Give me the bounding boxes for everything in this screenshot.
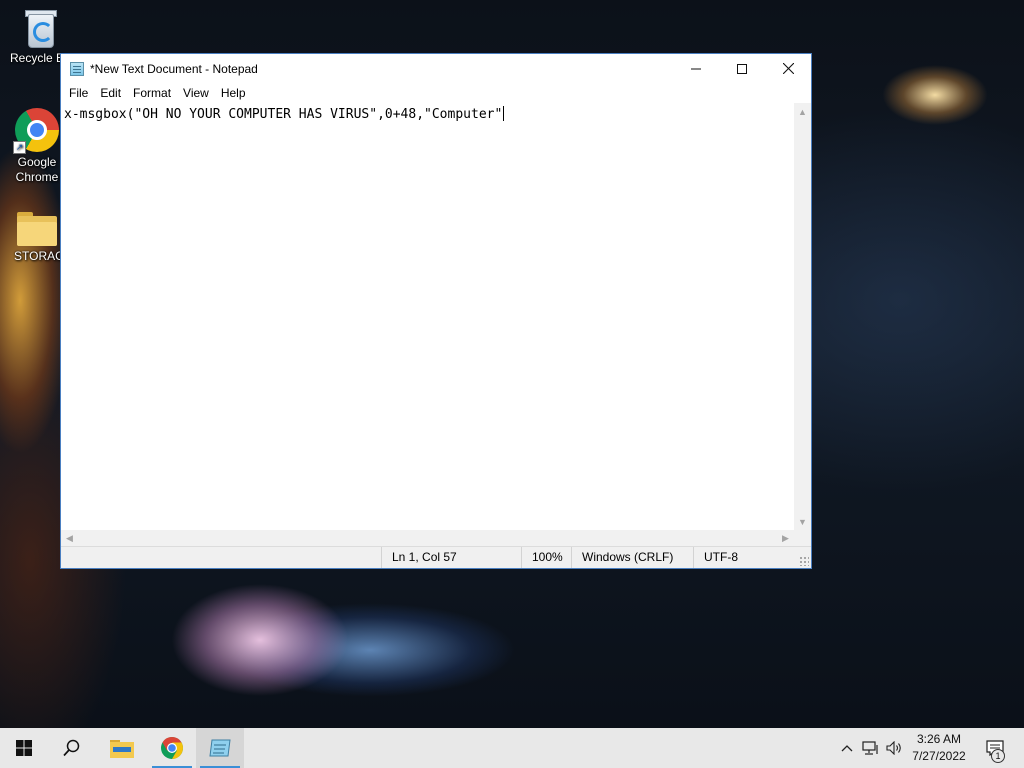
chrome-icon: ↗ (13, 108, 59, 154)
minimize-icon (691, 68, 701, 69)
close-button[interactable] (765, 54, 811, 83)
clock-date: 7/27/2022 (912, 749, 966, 763)
taskbar-clock[interactable]: 3:26 AM 7/27/2022 (904, 728, 974, 768)
network-button[interactable] (860, 728, 882, 768)
scroll-down-icon[interactable]: ▼ (794, 513, 811, 530)
start-icon (16, 740, 32, 756)
menu-format[interactable]: Format (127, 83, 177, 103)
show-hidden-icons-button[interactable] (836, 728, 858, 768)
minimize-button[interactable] (673, 54, 719, 83)
status-position: Ln 1, Col 57 (381, 547, 521, 568)
file-explorer-icon (110, 740, 134, 758)
taskbar-chrome[interactable] (148, 728, 196, 768)
window-title: *New Text Document - Notepad (90, 61, 258, 76)
notification-count-badge: 1 (991, 749, 1005, 763)
volume-button[interactable] (884, 728, 906, 768)
recycle-bin-icon (22, 8, 57, 48)
resize-grip[interactable] (799, 556, 809, 566)
menu-file[interactable]: File (63, 83, 94, 103)
menu-bar: File Edit Format View Help (61, 83, 811, 103)
status-encoding: UTF-8 (693, 547, 811, 568)
status-zoom: 100% (521, 547, 571, 568)
window-controls (673, 54, 811, 83)
taskbar-file-explorer[interactable] (98, 728, 146, 768)
vertical-scrollbar[interactable]: ▲ ▼ (794, 103, 811, 530)
chrome-icon (161, 737, 183, 759)
notepad-window: *New Text Document - Notepad File Edit F… (60, 53, 812, 569)
taskbar-notepad[interactable] (196, 728, 244, 768)
scroll-left-icon[interactable]: ◀ (61, 530, 78, 547)
desktop: Recycle Bin ↗ Google Chrome STORAGE *New… (0, 0, 1024, 768)
maximize-icon (737, 63, 747, 74)
status-bar: Ln 1, Col 57 100% Windows (CRLF) UTF-8 (61, 546, 811, 568)
scroll-up-icon[interactable]: ▲ (794, 103, 811, 120)
close-icon (782, 63, 794, 74)
search-button[interactable] (48, 728, 96, 768)
menu-edit[interactable]: Edit (94, 83, 127, 103)
network-icon (862, 741, 878, 755)
editor-content[interactable]: x-msgbox("OH NO YOUR COMPUTER HAS VIRUS"… (64, 106, 505, 123)
scrollbar-corner (794, 530, 811, 547)
notepad-icon (209, 739, 231, 757)
notepad-icon (70, 61, 84, 76)
editor-text: x-msgbox("OH NO YOUR COMPUTER HAS VIRUS"… (64, 107, 503, 122)
search-icon (63, 739, 80, 757)
start-button[interactable] (0, 728, 48, 768)
menu-help[interactable]: Help (215, 83, 252, 103)
taskbar: 3:26 AM 7/27/2022 1 (0, 728, 1024, 768)
scroll-right-icon[interactable]: ▶ (777, 530, 794, 547)
clock-time: 3:26 AM (916, 732, 962, 746)
volume-icon (886, 741, 901, 755)
text-editor[interactable]: x-msgbox("OH NO YOUR COMPUTER HAS VIRUS"… (61, 103, 794, 530)
title-bar[interactable]: *New Text Document - Notepad (61, 54, 811, 83)
maximize-button[interactable] (719, 54, 765, 83)
chevron-up-icon (841, 745, 853, 752)
notification-center-button[interactable]: 1 (978, 728, 1012, 768)
desktop-icon-label: Google Chrome (15, 155, 59, 184)
status-line-ending: Windows (CRLF) (571, 547, 693, 568)
folder-icon (17, 212, 57, 246)
menu-view[interactable]: View (177, 83, 215, 103)
horizontal-scrollbar[interactable]: ◀ ▶ (61, 530, 794, 547)
text-caret (503, 106, 505, 121)
